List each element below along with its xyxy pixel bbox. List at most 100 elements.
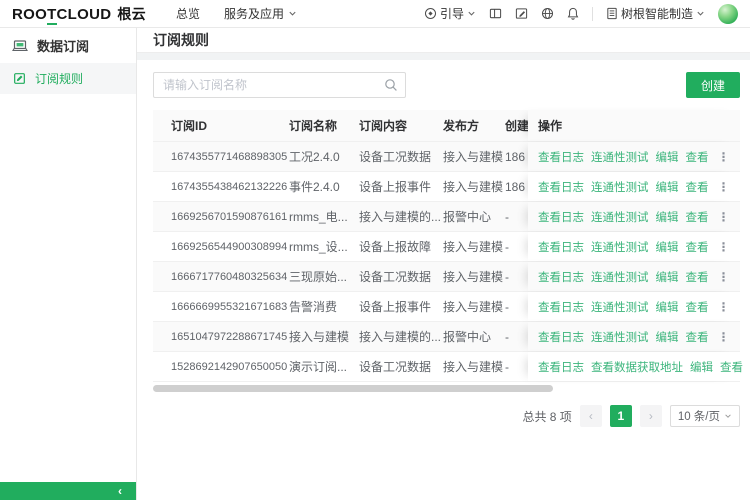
cell-content: 设备上报故障 — [359, 238, 443, 255]
view-link[interactable]: 查看 — [720, 359, 743, 375]
edit-link[interactable]: 编辑 — [656, 209, 679, 225]
more-actions-icon[interactable]: ⋮ — [718, 300, 730, 314]
table-row: 1666717760480325634三现原始...设备工况数据接入与建模-查看… — [153, 262, 740, 292]
chevron-down-icon — [696, 9, 705, 18]
more-actions-icon[interactable]: ⋮ — [718, 180, 730, 194]
view-log-link[interactable]: 查看日志 — [538, 359, 584, 375]
next-page-icon: › — [649, 409, 653, 423]
laptop-icon — [12, 39, 28, 53]
table-row: 1674355438462132226事件2.4.0设备上报事件接入与建模186… — [153, 172, 740, 202]
cell-actions: 查看日志连通性测试编辑查看 ⋮ — [528, 262, 740, 291]
more-actions-icon[interactable]: ⋮ — [718, 210, 730, 224]
view-link[interactable]: 查看 — [686, 209, 709, 225]
horizontal-scrollbar-thumb[interactable] — [153, 385, 553, 392]
cell-actions: 查看日志连通性测试编辑查看 ⋮ — [528, 292, 740, 321]
view-link[interactable]: 查看 — [686, 149, 709, 165]
edit-link[interactable]: 编辑 — [656, 269, 679, 285]
edit-link[interactable]: 编辑 — [656, 299, 679, 315]
edit-link[interactable]: 编辑 — [656, 239, 679, 255]
connectivity-test-link[interactable]: 连通性测试 — [591, 149, 649, 165]
cell-subscription-name: 三现原始... — [289, 268, 359, 285]
view-link[interactable]: 查看 — [686, 329, 709, 345]
logo-text: ROOTCLOUD — [12, 6, 111, 23]
org-selector[interactable]: 树根智能制造 — [606, 5, 705, 22]
sidebar-collapse-bar[interactable]: ‹ — [0, 482, 136, 500]
column-header-content: 订阅内容 — [359, 117, 443, 134]
view-link[interactable]: 查看 — [686, 179, 709, 195]
guide-button[interactable]: 引导 — [424, 5, 476, 22]
view-link[interactable]: 查看 — [686, 269, 709, 285]
connectivity-test-link[interactable]: 连通性测试 — [591, 269, 649, 285]
workbench-button[interactable] — [515, 7, 528, 20]
view-log-link[interactable]: 查看日志 — [538, 209, 584, 225]
top-navbar: ROOTCLOUD 根云 总览 服务及应用 引导 — [0, 0, 750, 28]
table-header-row: 订阅ID 订阅名称 订阅内容 发布方 创建 操作 — [153, 110, 740, 142]
view-log-link[interactable]: 查看日志 — [538, 329, 584, 345]
more-actions-icon[interactable]: ⋮ — [718, 150, 730, 164]
next-page-button[interactable]: › — [640, 405, 662, 427]
cell-subscription-name: 事件2.4.0 — [289, 178, 359, 195]
view-data-url-link[interactable]: 查看数据获取地址 — [591, 359, 683, 375]
connectivity-test-link[interactable]: 连通性测试 — [591, 329, 649, 345]
edit-link[interactable]: 编辑 — [656, 329, 679, 345]
view-log-link[interactable]: 查看日志 — [538, 179, 584, 195]
cell-publisher: 接入与建模 — [443, 358, 505, 375]
nav-item-overview[interactable]: 总览 — [176, 5, 200, 22]
chevron-down-icon — [724, 412, 732, 420]
globe-button[interactable] — [541, 7, 554, 20]
prev-page-button[interactable]: ‹ — [580, 405, 602, 427]
cell-subscription-id: 1674355438462132226 — [153, 181, 289, 193]
edit-link[interactable]: 编辑 — [656, 149, 679, 165]
sidebar-item-subscription-rules[interactable]: 订阅规则 — [0, 63, 136, 94]
cell-created: 186 — [505, 180, 528, 194]
table-row: 1666669955321671683告警消费设备上报事件接入与建模-查看日志连… — [153, 292, 740, 322]
connectivity-test-link[interactable]: 连通性测试 — [591, 239, 649, 255]
page-number-button[interactable]: 1 — [610, 405, 632, 427]
table-row: 1674355771468898305工况2.4.0设备工况数据接入与建模186… — [153, 142, 740, 172]
pagination-total: 总共 8 项 — [522, 408, 571, 425]
cell-subscription-id: 1674355771468898305 — [153, 151, 289, 163]
sidebar-product-data-subscription[interactable]: 数据订阅 — [0, 28, 136, 63]
search-input[interactable] — [153, 72, 406, 98]
navbar-divider — [592, 7, 593, 21]
page-size-select[interactable]: 10 条/页 — [670, 405, 740, 427]
sidebar-item-label: 订阅规则 — [35, 70, 83, 87]
more-actions-icon[interactable]: ⋮ — [718, 240, 730, 254]
search-icon[interactable] — [384, 78, 398, 92]
view-link[interactable]: 查看 — [686, 299, 709, 315]
main-content: 订阅规则 创建 订阅ID 订阅名称 订阅内容 发布方 创建 操作 1674355… — [137, 28, 750, 500]
cell-subscription-id: 1669256701590876161 — [153, 211, 289, 223]
nav-item-services[interactable]: 服务及应用 — [224, 5, 297, 22]
connectivity-test-link[interactable]: 连通性测试 — [591, 209, 649, 225]
more-actions-icon[interactable]: ⋮ — [718, 270, 730, 284]
nav-services-label: 服务及应用 — [224, 5, 284, 22]
split-panel-button[interactable] — [489, 7, 502, 20]
horizontal-scrollbar — [153, 385, 740, 392]
view-log-link[interactable]: 查看日志 — [538, 299, 584, 315]
chevron-down-icon — [288, 9, 297, 18]
connectivity-test-link[interactable]: 连通性测试 — [591, 299, 649, 315]
view-log-link[interactable]: 查看日志 — [538, 149, 584, 165]
cell-subscription-name: rmms_电... — [289, 208, 359, 225]
notification-button[interactable] — [567, 7, 579, 20]
create-button[interactable]: 创建 — [686, 72, 740, 98]
rule-document-icon — [13, 72, 26, 85]
edit-link[interactable]: 编辑 — [690, 359, 713, 375]
table-row: 1528692142907650050演示订阅...设备工况数据接入与建模-查看… — [153, 352, 740, 382]
view-log-link[interactable]: 查看日志 — [538, 269, 584, 285]
cell-subscription-id: 1651047972288671745 — [153, 331, 289, 343]
navbar-right: 引导 树根智能制造 — [424, 4, 738, 24]
view-log-link[interactable]: 查看日志 — [538, 239, 584, 255]
view-link[interactable]: 查看 — [686, 239, 709, 255]
edit-link[interactable]: 编辑 — [656, 179, 679, 195]
user-avatar[interactable] — [718, 4, 738, 24]
more-actions-icon[interactable]: ⋮ — [718, 330, 730, 344]
sidebar: 数据订阅 订阅规则 ‹ — [0, 28, 137, 500]
column-header-subscription-name: 订阅名称 — [289, 117, 359, 134]
cell-actions: 查看日志连通性测试编辑查看 ⋮ — [528, 202, 740, 231]
title-strip — [137, 53, 750, 60]
connectivity-test-link[interactable]: 连通性测试 — [591, 179, 649, 195]
rootcloud-logo[interactable]: ROOTCLOUD 根云 — [12, 4, 146, 24]
column-header-publisher: 发布方 — [443, 117, 505, 134]
column-header-created: 创建 — [505, 117, 528, 134]
